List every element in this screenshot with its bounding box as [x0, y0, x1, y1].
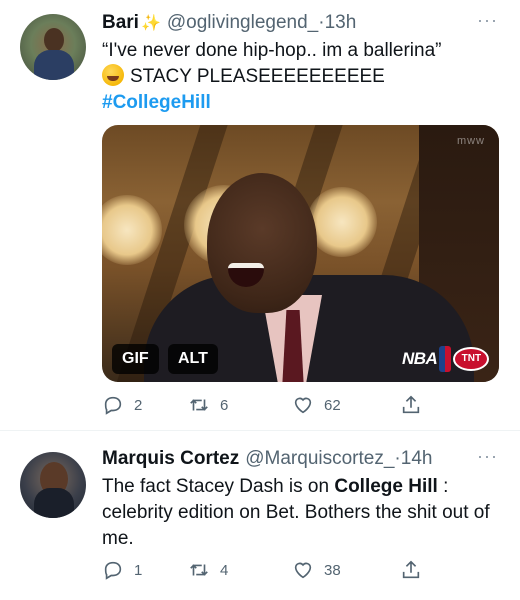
tweet-actions: 2 6 62: [102, 394, 442, 416]
tweet-actions: 1 4 38: [102, 559, 442, 581]
tweet-text: The fact Stacey Dash is on College Hill …: [102, 474, 497, 552]
tweet-text-shout: STACY PLEASEEEEEEEEEE: [130, 66, 385, 87]
retweet-icon: [190, 564, 208, 576]
display-name[interactable]: Marquis Cortez: [102, 448, 239, 470]
retweet-icon: [190, 399, 208, 411]
hashtag-link[interactable]: #CollegeHill: [102, 90, 502, 116]
heart-icon: [294, 397, 312, 414]
share-icon: [402, 560, 420, 579]
timestamp[interactable]: 14h: [401, 448, 433, 470]
tweet-text-bold: College Hill: [334, 476, 438, 497]
reply-count: 2: [134, 396, 143, 414]
timestamp[interactable]: 13h: [325, 12, 357, 34]
tears-of-joy-emoji: [102, 64, 124, 86]
reply-count: 1: [134, 561, 143, 579]
studio-light: [102, 195, 162, 265]
like-button[interactable]: 38: [292, 559, 341, 581]
reply-icon: [104, 396, 122, 415]
avatar[interactable]: [20, 14, 86, 80]
tweet-divider: [0, 430, 520, 431]
alt-text-button[interactable]: ALT: [168, 344, 218, 374]
media-watermark: mww: [456, 135, 485, 147]
heart-icon: [294, 562, 312, 579]
person-face: [207, 173, 317, 313]
tweet-header: Bari ✨ @oglivinglegend_ · 13h: [102, 11, 356, 35]
share-button[interactable]: [400, 559, 432, 581]
tweet-text-line: STACY PLEASEEEEEEEEEE: [102, 64, 502, 90]
tweet-header: Marquis Cortez @Marquiscortez_ · 14h: [102, 447, 432, 471]
sparkles-emoji: ✨: [140, 15, 161, 32]
tweet[interactable]: Marquis Cortez @Marquiscortez_ · 14h ···…: [0, 432, 520, 600]
share-button[interactable]: [400, 394, 432, 416]
reply-button[interactable]: 1: [102, 559, 142, 581]
more-options-icon[interactable]: ···: [477, 10, 498, 31]
reply-button[interactable]: 2: [102, 394, 142, 416]
retweet-button[interactable]: 6: [188, 394, 228, 416]
reply-icon: [104, 561, 122, 580]
tweet-text-line: “I've never done hip-hop.. im a ballerin…: [102, 40, 442, 61]
nba-tnt-logo: NBA TNT: [402, 344, 490, 374]
tnt-logo: TNT: [453, 347, 490, 371]
like-count: 38: [324, 561, 341, 579]
tweet[interactable]: Bari ✨ @oglivinglegend_ · 13h ··· “I've …: [0, 0, 520, 430]
like-button[interactable]: 62: [292, 394, 341, 416]
tweet-text: “I've never done hip-hop.. im a ballerin…: [102, 38, 502, 116]
retweet-count: 4: [220, 561, 229, 579]
display-name[interactable]: Bari: [102, 12, 139, 34]
avatar-body: [34, 488, 74, 518]
avatar-head: [44, 28, 64, 52]
avatar-body: [34, 50, 74, 80]
share-icon: [402, 395, 420, 414]
nba-logo-text: NBA: [402, 349, 438, 368]
retweet-count: 6: [220, 396, 229, 414]
retweet-button[interactable]: 4: [188, 559, 228, 581]
studio-light: [307, 187, 377, 257]
more-options-icon[interactable]: ···: [477, 446, 498, 467]
user-handle[interactable]: @oglivinglegend_: [167, 12, 318, 34]
gif-media[interactable]: mww GIF ALT NBA TNT: [102, 125, 499, 382]
avatar[interactable]: [20, 452, 86, 518]
nba-logo-icon: [439, 346, 452, 372]
like-count: 62: [324, 396, 341, 414]
tweet-text-part: The fact Stacey Dash is on: [102, 476, 335, 497]
user-handle[interactable]: @Marquiscortez_: [245, 448, 394, 470]
gif-badge: GIF: [112, 344, 159, 374]
